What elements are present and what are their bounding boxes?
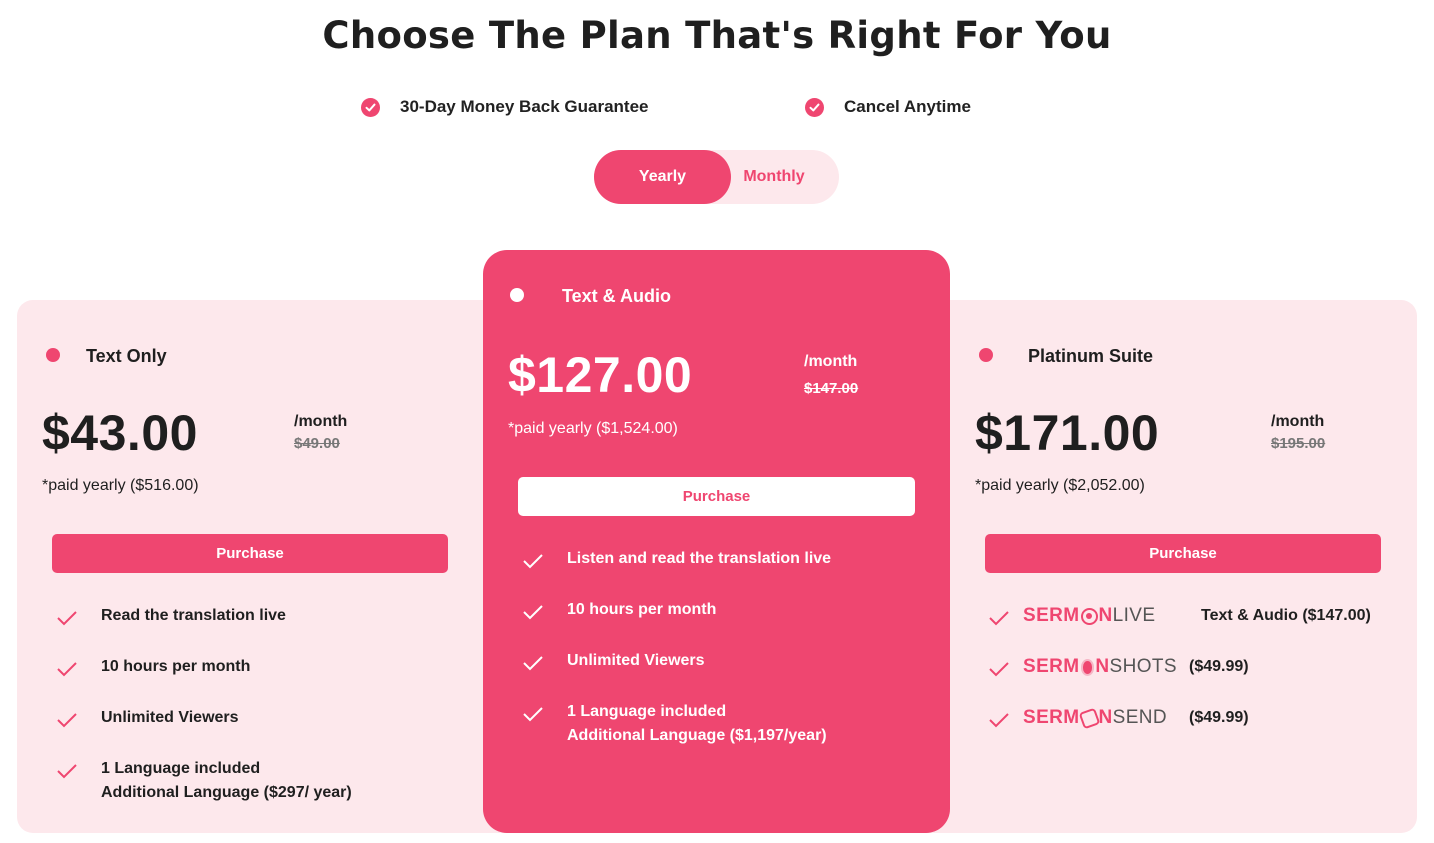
plan-price: $43.00	[42, 405, 198, 461]
bundle-item-sermon-shots: SERM N SHOTS ($49.99)	[987, 655, 1249, 681]
feature-text: 1 Language included	[567, 703, 727, 720]
check-icon	[57, 764, 77, 779]
sermon-send-logo: SERM N SEND	[1023, 707, 1168, 729]
feature-item: Read the translation live	[55, 604, 286, 630]
plan-period: /month	[804, 353, 858, 370]
check-icon	[989, 662, 1009, 677]
purchase-button-text-audio[interactable]: Purchase	[518, 477, 915, 516]
feature-item: 1 Language included Additional Language …	[521, 700, 827, 748]
check-icon	[57, 662, 77, 677]
guarantee-label: Cancel Anytime	[844, 97, 971, 116]
check-icon	[523, 656, 543, 671]
page-title: Choose The Plan That's Right For You	[322, 14, 1112, 57]
plan-paid-yearly: *paid yearly ($516.00)	[42, 477, 199, 494]
guarantee-money-back: 30-Day Money Back Guarantee	[361, 97, 649, 117]
plan-name-text-audio: Text & Audio	[562, 286, 671, 306]
plan-price: $127.00	[508, 347, 693, 403]
plan-paid-yearly: *paid yearly ($1,524.00)	[508, 420, 678, 437]
check-icon	[57, 611, 77, 626]
plan-period: /month	[1271, 413, 1325, 430]
check-icon	[57, 713, 77, 728]
feature-text: Unlimited Viewers	[567, 652, 705, 669]
check-circle-icon	[805, 97, 824, 117]
guarantee-label: 30-Day Money Back Guarantee	[400, 97, 649, 116]
feature-item: Unlimited Viewers	[55, 706, 239, 732]
plan-price: $171.00	[975, 405, 1160, 461]
plan-dot-icon	[979, 348, 993, 362]
bundle-row: SERM N SHOTS ($49.99)	[1023, 655, 1249, 679]
check-icon	[989, 713, 1009, 728]
bundle-row: SERM N SEND ($49.99)	[1023, 706, 1249, 730]
plan-old-price: $195.00	[1271, 435, 1326, 452]
toggle-yearly[interactable]: Yearly	[594, 150, 731, 204]
feature-text-multiline: 1 Language included Additional Language …	[567, 700, 827, 748]
feature-item: Unlimited Viewers	[521, 649, 705, 675]
feature-text: Unlimited Viewers	[101, 709, 239, 726]
plan-old-price: $49.00	[294, 435, 340, 452]
feature-text: 1 Language included	[101, 760, 261, 777]
sermon-shots-logo: SERM N SHOTS	[1023, 656, 1177, 677]
toggle-monthly[interactable]: Monthly	[731, 150, 839, 204]
bundle-detail: Text & Audio ($147.00)	[1201, 607, 1371, 624]
plan-dot-icon	[510, 288, 524, 302]
plan-old-price: $147.00	[804, 380, 859, 397]
feature-item: 10 hours per month	[521, 598, 716, 624]
send-envelope-icon	[1078, 707, 1100, 729]
bundle-detail: ($49.99)	[1189, 658, 1249, 675]
feature-item: 10 hours per month	[55, 655, 250, 681]
bundle-detail: ($49.99)	[1189, 709, 1249, 726]
check-icon	[989, 611, 1009, 626]
feature-text: 10 hours per month	[567, 601, 717, 618]
check-icon	[523, 554, 543, 569]
plan-period: /month	[294, 413, 348, 430]
plan-paid-yearly: *paid yearly ($2,052.00)	[975, 477, 1145, 494]
feature-item: 1 Language included Additional Language …	[55, 757, 352, 805]
sermon-live-logo: SERM N LIVE	[1023, 605, 1156, 626]
feature-text: 10 hours per month	[101, 658, 251, 675]
plan-dot-icon	[46, 348, 60, 362]
feature-text: Read the translation live	[101, 607, 286, 624]
bundle-item-sermon-send: SERM N SEND ($49.99)	[987, 706, 1249, 732]
feature-text: Additional Language ($297/ year)	[101, 784, 352, 801]
check-circle-icon	[361, 97, 380, 117]
guarantee-cancel-anytime: Cancel Anytime	[805, 97, 971, 117]
bundle-row: SERM N LIVE Text & Audio ($147.00)	[1023, 604, 1371, 628]
feature-text: Listen and read the translation live	[567, 550, 832, 567]
feature-text-multiline: 1 Language included Additional Language …	[101, 757, 352, 805]
feature-text: Additional Language ($1,197/year)	[567, 727, 827, 744]
purchase-button-platinum[interactable]: Purchase	[985, 534, 1381, 573]
bundle-item-sermon-live: SERM N LIVE Text & Audio ($147.00)	[987, 604, 1371, 630]
purchase-button-text-only[interactable]: Purchase	[52, 534, 448, 573]
plan-name-text-only: Text Only	[86, 346, 167, 366]
camera-shutter-icon	[1080, 658, 1095, 676]
check-icon	[523, 707, 543, 722]
broadcast-icon	[1080, 607, 1098, 625]
plan-name-platinum: Platinum Suite	[1028, 346, 1154, 366]
check-icon	[523, 605, 543, 620]
feature-item: Listen and read the translation live	[521, 547, 831, 573]
billing-toggle[interactable]: Yearly Monthly	[594, 150, 839, 204]
